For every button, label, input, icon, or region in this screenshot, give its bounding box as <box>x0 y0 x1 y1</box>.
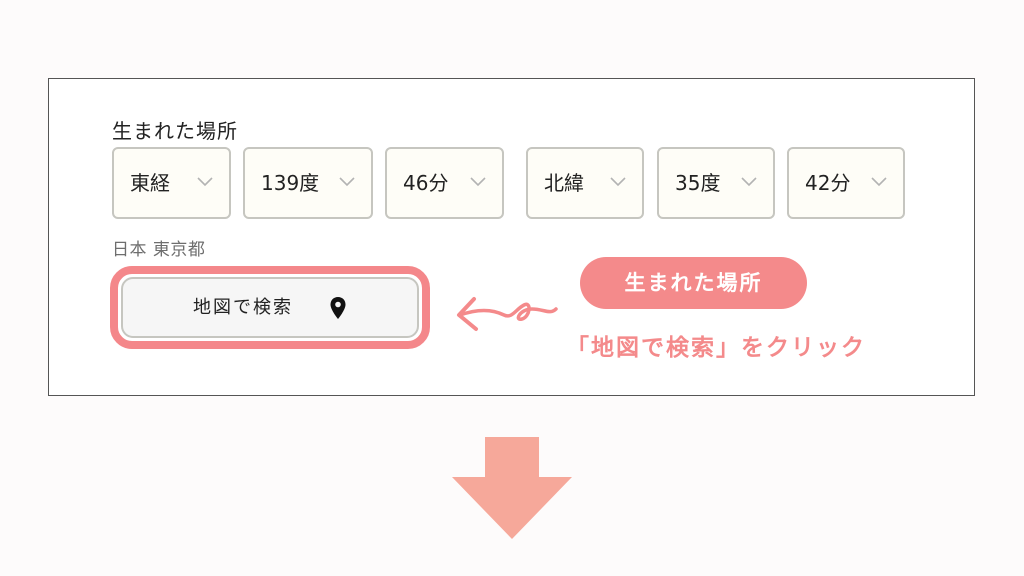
latitude-minutes-value: 42分 <box>805 171 851 195</box>
longitude-direction-value: 東経 <box>130 171 170 195</box>
longitude-degrees-value: 139度 <box>261 171 320 195</box>
chevron-down-icon <box>470 177 486 187</box>
callout-instruction: 「地図で検索」をクリック <box>566 335 866 361</box>
latitude-minutes-select[interactable]: 42分 <box>787 147 905 219</box>
chevron-down-icon <box>197 177 213 187</box>
chevron-down-icon <box>871 177 887 187</box>
latitude-degrees-value: 35度 <box>675 171 721 195</box>
longitude-direction-select[interactable]: 東経 <box>112 147 231 219</box>
map-search-button-label: 地図で検索 <box>193 297 293 318</box>
callout-badge-text: 生まれた場所 <box>624 271 763 295</box>
map-search-button[interactable]: 地図で検索 <box>121 277 419 338</box>
map-pin-icon <box>330 297 346 319</box>
latitude-direction-value: 北緯 <box>544 171 584 195</box>
chevron-down-icon <box>610 177 626 187</box>
callout-badge: 生まれた場所 <box>580 257 807 309</box>
chevron-down-icon <box>741 177 757 187</box>
latitude-direction-select[interactable]: 北緯 <box>526 147 644 219</box>
longitude-degrees-select[interactable]: 139度 <box>243 147 373 219</box>
longitude-minutes-value: 46分 <box>403 171 449 195</box>
chevron-down-icon <box>339 177 355 187</box>
longitude-minutes-select[interactable]: 46分 <box>385 147 504 219</box>
curly-arrow-left-icon <box>457 297 558 331</box>
section-label: 生まれた場所 <box>112 119 238 143</box>
down-arrow-icon <box>452 437 572 539</box>
latitude-degrees-select[interactable]: 35度 <box>657 147 775 219</box>
location-text: 日本 東京都 <box>112 240 206 260</box>
